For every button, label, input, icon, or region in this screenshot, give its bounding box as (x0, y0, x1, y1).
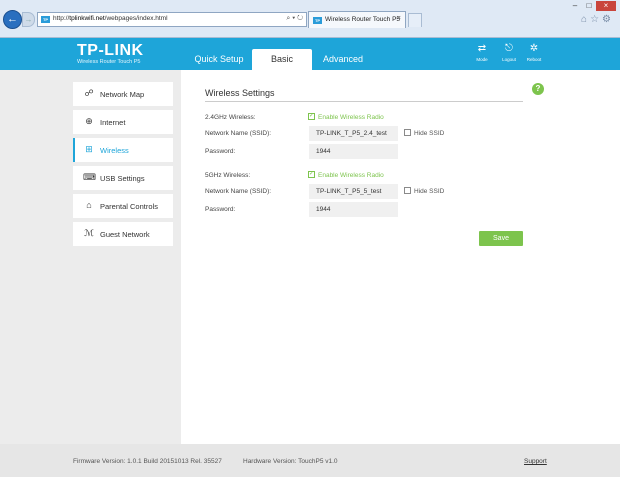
main-content: ? Wireless Settings 2.4GHz Wireless: ✓ En… (181, 70, 620, 444)
back-arrow-icon: ← (7, 13, 18, 25)
sidebar: ☍ Network Map ⊕ Internet ⊞ Wireless ⌨ US… (0, 70, 181, 444)
forward-button[interactable]: → (22, 12, 35, 27)
band-5-hide-ssid-label: Hide SSID (414, 188, 445, 196)
mode-button[interactable]: ⇄ Mode (471, 43, 493, 62)
back-button[interactable]: ← (3, 10, 22, 29)
section-divider (205, 101, 523, 102)
band-5-password-input[interactable] (309, 202, 398, 217)
reboot-button[interactable]: ✲ Reboot (523, 43, 545, 62)
reboot-label: Reboot (526, 57, 542, 62)
sidebar-item-label: Internet (100, 118, 126, 127)
parental-controls-icon: ⌂ (86, 200, 92, 210)
url-domain: tplinkwifi.net (69, 15, 105, 22)
address-bar-icons[interactable]: ⌕ ▾ ↻ (286, 15, 303, 23)
logout-button[interactable]: ⎋ Logout (498, 43, 520, 62)
band-5-ssid-label: Network Name (SSID): (205, 188, 272, 195)
hardware-version: Hardware Version: TouchP5 v1.0 (243, 458, 338, 465)
maximize-button[interactable]: □ (582, 1, 596, 11)
section-title: Wireless Settings (205, 88, 275, 98)
sidebar-item-wireless[interactable]: ⊞ Wireless (73, 138, 173, 162)
sidebar-item-network-map[interactable]: ☍ Network Map (73, 82, 173, 106)
checkbox-unchecked-icon[interactable] (404, 187, 411, 194)
band-24-ssid-label: Network Name (SSID): (205, 130, 272, 137)
band-24-hide-ssid-checkbox[interactable]: Hide SSID (404, 129, 445, 138)
sidebar-item-label: Network Map (100, 90, 145, 99)
tab-advanced[interactable]: Advanced (312, 49, 374, 70)
home-icon[interactable]: ⌂ (581, 14, 590, 25)
band-5-enable-label: Enable Wireless Radio (318, 172, 384, 180)
forward-arrow-icon: → (24, 15, 33, 24)
logout-icon: ⎋ (505, 43, 513, 54)
mode-icon: ⇄ (477, 43, 487, 54)
tab-favicon-icon: TP (313, 17, 322, 24)
checkbox-unchecked-icon[interactable] (404, 129, 411, 136)
tab-close-icon[interactable]: × (397, 15, 401, 22)
checkbox-checked-icon[interactable]: ✓ (308, 171, 315, 178)
band-5-password-label: Password: (205, 206, 236, 213)
support-link[interactable]: Support (524, 458, 547, 465)
band-5-ssid-input[interactable] (309, 184, 398, 199)
sidebar-item-label: Guest Network (100, 230, 150, 239)
band-5-enable-checkbox[interactable]: ✓ Enable Wireless Radio (308, 171, 384, 180)
sidebar-item-internet[interactable]: ⊕ Internet (73, 110, 173, 134)
sidebar-item-label: Parental Controls (100, 202, 158, 211)
sidebar-item-label: Wireless (100, 146, 129, 155)
browser-toolbar: ← → TP http://tplinkwifi.net/webpages/in… (0, 0, 620, 38)
star-icon[interactable]: ☆ (590, 14, 602, 25)
browser-tab[interactable]: TP Wireless Router Touch P5 × (308, 11, 406, 28)
band-24-password-input[interactable] (309, 144, 398, 159)
globe-icon: ⊕ (85, 116, 93, 126)
firmware-version: Firmware Version: 1.0.1 Build 20151013 R… (73, 458, 222, 465)
band-24-hide-ssid-label: Hide SSID (414, 130, 445, 138)
minimize-button[interactable]: – (568, 1, 582, 11)
help-icon[interactable]: ? (532, 83, 544, 95)
mode-label: Mode (476, 57, 488, 62)
sidebar-item-guest-network[interactable]: ℳ Guest Network (73, 222, 173, 246)
tab-title: Wireless Router Touch P5 (325, 16, 401, 23)
router-header: TP-LINK Wireless Router Touch P5 Quick S… (0, 38, 620, 70)
sidebar-item-usb-settings[interactable]: ⌨ USB Settings (73, 166, 173, 190)
window-controls: – □ × (568, 1, 616, 11)
address-bar[interactable]: TP http://tplinkwifi.net/webpages/index.… (37, 12, 307, 27)
new-tab-button[interactable] (408, 13, 422, 27)
guest-network-icon: ℳ (84, 228, 94, 238)
band-24-label: 2.4GHz Wireless: (205, 114, 256, 121)
sidebar-item-parental-controls[interactable]: ⌂ Parental Controls (73, 194, 173, 218)
wireless-icon: ⊞ (85, 144, 93, 154)
site-favicon-icon: TP (41, 16, 50, 23)
url-prefix: http:// (53, 15, 70, 22)
footer: Firmware Version: 1.0.1 Build 20151013 R… (0, 444, 620, 477)
usb-icon: ⌨ (83, 172, 96, 182)
band-24-enable-label: Enable Wireless Radio (318, 114, 384, 122)
url-path: /webpages/index.html (104, 15, 168, 22)
sidebar-item-label: USB Settings (100, 174, 145, 183)
tab-quick-setup[interactable]: Quick Setup (186, 49, 252, 70)
router-model-subtitle: Wireless Router Touch P5 (77, 59, 141, 65)
band-5-hide-ssid-checkbox[interactable]: Hide SSID (404, 187, 445, 196)
save-button[interactable]: Save (479, 231, 523, 246)
logout-label: Logout (502, 57, 516, 62)
reboot-icon: ✲ (529, 43, 539, 54)
window-close-button[interactable]: × (596, 1, 616, 11)
band-24-ssid-input[interactable] (309, 126, 398, 141)
network-map-icon: ☍ (84, 88, 94, 98)
gear-icon[interactable]: ⚙ (602, 14, 614, 25)
url-text[interactable]: http://tplinkwifi.net/webpages/index.htm… (53, 15, 168, 22)
band-24-enable-checkbox[interactable]: ✓ Enable Wireless Radio (308, 113, 384, 122)
tp-link-logo: TP-LINK (77, 42, 144, 59)
checkbox-checked-icon[interactable]: ✓ (308, 113, 315, 120)
tab-basic[interactable]: Basic (252, 49, 312, 70)
band-5-label: 5GHz Wireless: (205, 172, 251, 179)
browser-tool-icons: ⌂☆⚙ (581, 14, 614, 25)
band-24-password-label: Password: (205, 148, 236, 155)
